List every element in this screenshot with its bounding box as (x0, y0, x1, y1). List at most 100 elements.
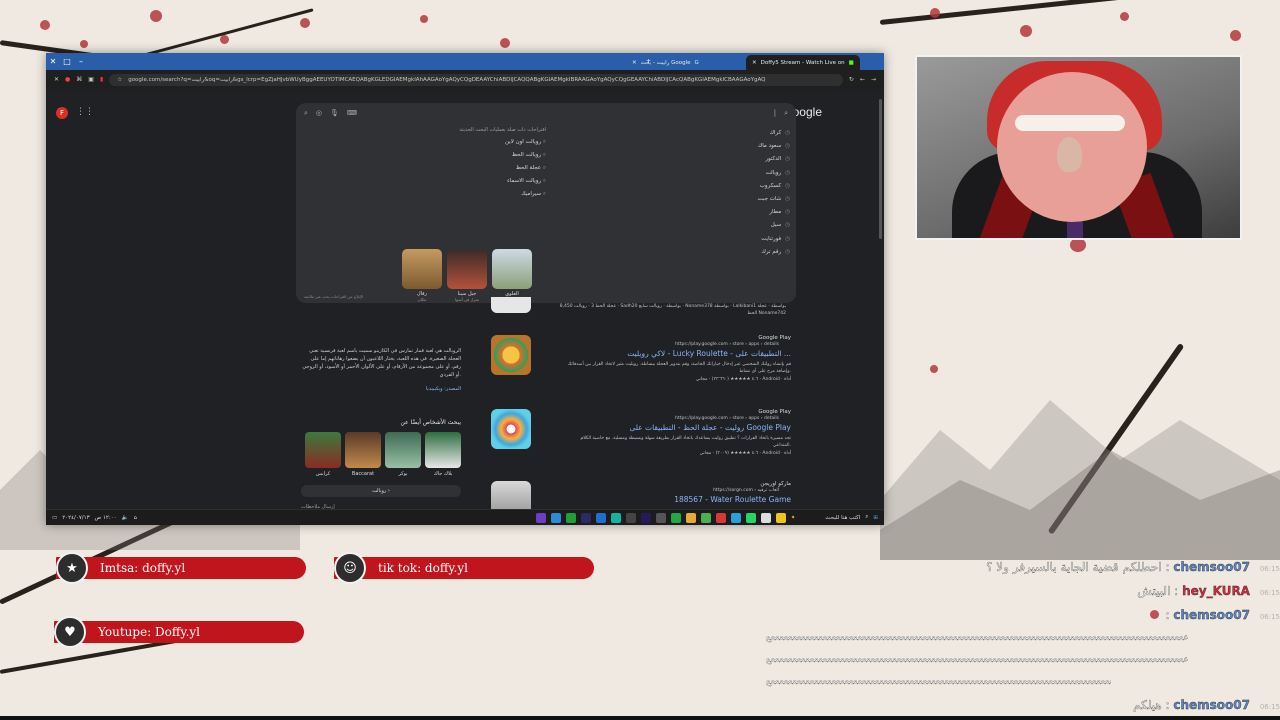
file-explorer-icon[interactable] (775, 512, 786, 523)
suggestion-item[interactable]: رويالت اون لاين ⌕ (436, 136, 546, 149)
history-icon: ◷ (785, 182, 790, 189)
history-icon: ◷ (785, 235, 790, 242)
entity-card[interactable]: كرابس (305, 432, 341, 477)
chrome-icon[interactable] (685, 512, 696, 523)
search-icon: ⌕ (542, 152, 546, 158)
kick-icon: ■ (848, 59, 854, 66)
social-instagram: ★ Imtsa: doffy.yl (56, 551, 306, 585)
new-tab-icon[interactable]: + (646, 58, 651, 65)
suggestion-item[interactable]: الدكتور ◷ (730, 153, 790, 166)
tab-stream[interactable]: ✕ Doffy5 Stream - Watch Live on ■ (746, 55, 860, 70)
avatar[interactable]: F (56, 107, 68, 119)
more-button[interactable]: رويالت › (301, 485, 461, 497)
result-icon (491, 481, 531, 509)
social-tiktok: ☺ tik tok: doffy.yl (334, 551, 594, 585)
whatsapp-icon[interactable] (745, 512, 756, 523)
url-field[interactable]: ☆ google.com/search?q=رابيت&oq=رابيت&gs_… (109, 73, 843, 86)
close-tab-icon[interactable]: ✕ (752, 60, 757, 66)
entity-card[interactable]: بوكر (385, 432, 421, 477)
extension-icon[interactable]: ⌘ (76, 76, 82, 83)
suggestion-item[interactable]: شات جبت ◷ (730, 193, 790, 206)
thumbnail-card[interactable]: العلوي مدينة في المغرب (492, 249, 532, 302)
extension-icon-3[interactable]: ▮ (100, 76, 103, 83)
search-result[interactable]: Google Play https://play.google.com › st… (491, 335, 791, 395)
browser-window: ✕ □ – ✕ رابيت - بحث Google G ✕ Doffy5 St… (46, 53, 884, 525)
menu-icon[interactable]: ● (65, 76, 70, 83)
apps-grid-icon[interactable]: ⋮⋮ (76, 107, 94, 117)
suggestion-item[interactable]: رقم ترك ◷ (730, 246, 790, 259)
suggestion-item[interactable]: رويالت ◷ (730, 167, 790, 180)
aftereffects-icon[interactable] (580, 512, 591, 523)
back-icon[interactable]: ← (860, 76, 865, 83)
xbox-icon[interactable] (565, 512, 576, 523)
search-icon[interactable]: ⌕ (865, 514, 868, 521)
extension-icon-2[interactable]: ▣ (88, 76, 94, 83)
report-suggestions-link[interactable]: الإبلاغ عن اقتراحات بحث غير ملائمة (304, 294, 363, 299)
suggestion-item[interactable]: كراك ◷ (730, 127, 790, 140)
close-icon[interactable]: ✕ (54, 76, 59, 83)
minimize-icon[interactable]: – (74, 57, 88, 66)
search-result[interactable]: ماركو أوريجن https://sorgn.com › العاب ت… (491, 481, 791, 509)
thumbnail-card[interactable]: جبل سينا منزل في أسوا (447, 249, 487, 302)
taskbar-app-icon[interactable] (550, 512, 561, 523)
suggestion-thumbnails: رفال مكان جبل سينا منزل في أسوا العلوي م… (402, 249, 532, 302)
user-icon: ☺ (334, 552, 366, 584)
chat-overlay: 06:15 chemsoo07 : احطلكم قضية الجاية بال… (766, 555, 1280, 717)
taskbar-app-icon[interactable] (625, 512, 636, 523)
entity-card[interactable]: Baccarat (345, 432, 381, 477)
taskbar-app-icon[interactable] (535, 512, 546, 523)
suggestion-item[interactable]: رويالت الاسماء ⌕ (436, 175, 546, 188)
maximize-icon[interactable]: □ (60, 57, 74, 66)
forward-icon[interactable]: → (871, 76, 876, 83)
taskbar-app-icon[interactable] (610, 512, 621, 523)
result-title-link[interactable]: روليت - عجلة الحظ - التطبيقات على Google… (629, 423, 791, 432)
taskbar-app-icon[interactable] (760, 512, 771, 523)
suggestion-item[interactable]: سيراميك ⌕ (436, 188, 546, 201)
suggestion-item[interactable]: فورتنايت ◷ (730, 233, 790, 246)
taskbar-app-icon[interactable] (655, 512, 666, 523)
search-icon: ⌕ (542, 165, 546, 171)
result-title-link[interactable]: لاكي رويليت - Lucky Roulette - التطبيقات… (627, 349, 791, 358)
suggestion-item[interactable]: كسكروب ◷ (730, 180, 790, 193)
thumbnail-card[interactable]: رفال مكان (402, 249, 442, 302)
reload-icon[interactable]: ↻ (849, 76, 854, 83)
notification-icon[interactable]: ▭ (52, 515, 57, 521)
clock-date[interactable]: ٢٠٢٤/٠٧/١٣ (62, 515, 89, 521)
search-result[interactable]: Google Play https://play.google.com › st… (491, 409, 791, 469)
suggestion-item[interactable]: سعود ماك ◷ (730, 140, 790, 153)
scrollbar[interactable] (879, 99, 882, 239)
taskbar-app-icon[interactable] (595, 512, 606, 523)
taskbar-search[interactable]: اكتب هنا للبحث (800, 515, 860, 521)
volume-icon[interactable]: 🔈 (122, 515, 129, 521)
chat-message-text: عععععععععععععععععععععععععععععععععععععععع… (766, 677, 1111, 687)
suggestion-item[interactable]: رويالت الحظ ⌕ (436, 149, 546, 162)
network-icon[interactable]: ⌂ (133, 515, 137, 521)
search-input[interactable]: ⌕ ◎ 🎙 ⌨ | ⌕ (296, 103, 796, 123)
windows-start-icon[interactable]: ⊞ (873, 515, 878, 521)
taskbar-app-icon[interactable] (715, 512, 726, 523)
result-title-link[interactable]: 188567 - Water Roulette Game (674, 495, 791, 504)
close-icon[interactable]: ✕ (46, 57, 60, 66)
webcam-frame (915, 55, 1242, 240)
taskbar-app-icon[interactable] (700, 512, 711, 523)
minecraft-icon[interactable] (670, 512, 681, 523)
mic-icon[interactable]: 🎙 (330, 109, 339, 117)
telegram-icon[interactable] (730, 512, 741, 523)
keyboard-icon[interactable]: ⌨ (347, 109, 357, 117)
suggestion-item[interactable]: مطار ◷ (730, 206, 790, 219)
suggestion-item[interactable]: سيل ◷ (730, 219, 790, 232)
related-suggestions: اقتراحات ذات صلة بعمليات البحث الحديثة ر… (436, 127, 546, 201)
lens-icon[interactable]: ◎ (316, 109, 322, 117)
entity-card[interactable]: بلاك جاك (425, 432, 461, 477)
search-icon[interactable]: ⌕ (304, 109, 308, 118)
window-titlebar: ✕ □ – ✕ رابيت - بحث Google G ✕ Doffy5 St… (46, 53, 884, 70)
wikipedia-link[interactable]: المصدر: ويكيبيديا (301, 385, 461, 393)
close-tab-icon[interactable]: ✕ (632, 60, 637, 66)
clock-time[interactable]: ١٢:٠٠ ص (95, 515, 117, 521)
suggestion-item[interactable]: عجلة الحظ ⌕ (436, 162, 546, 175)
sparkle-icon[interactable]: ✦ (791, 515, 796, 521)
tab-google-search[interactable]: ✕ رابيت - بحث Google G (626, 55, 705, 70)
premiere-icon[interactable] (640, 512, 651, 523)
star-icon[interactable]: ☆ (117, 77, 122, 83)
history-icon: ◷ (785, 209, 790, 216)
